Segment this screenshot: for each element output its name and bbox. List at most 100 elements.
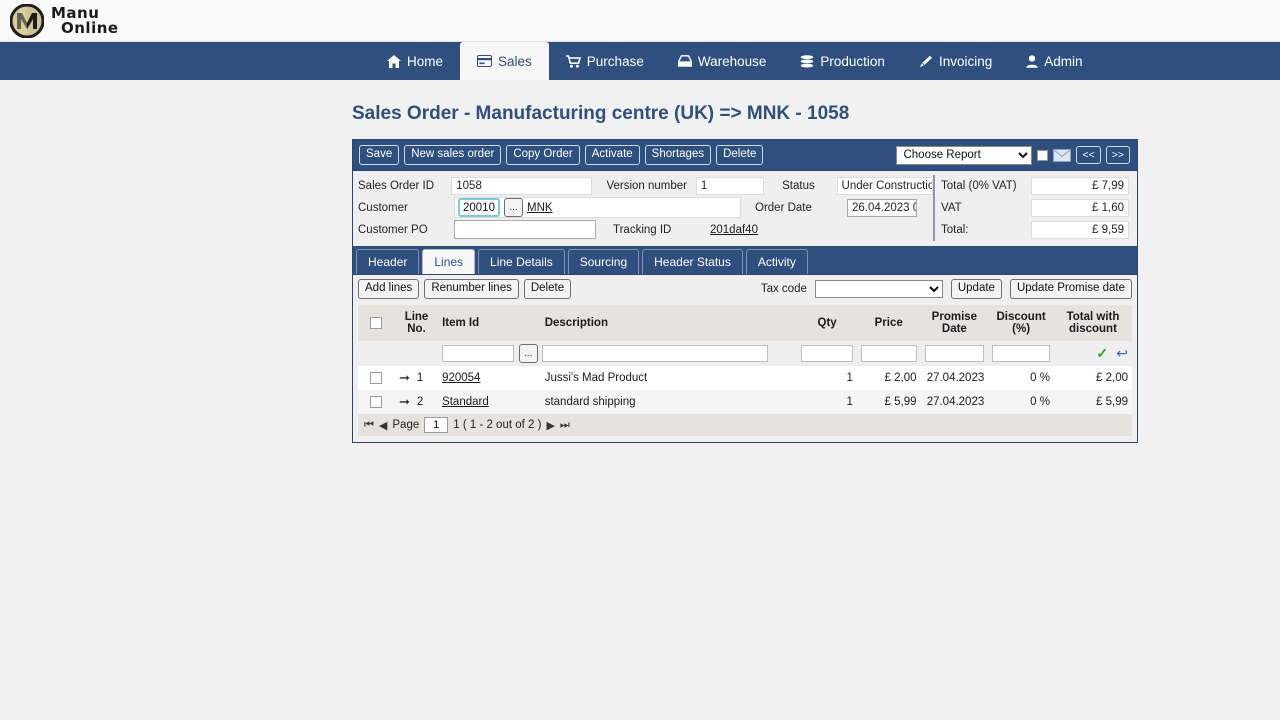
row-line-no: 2 xyxy=(416,396,424,408)
nav-item-purchase[interactable]: Purchase xyxy=(549,42,661,80)
col-description[interactable]: Description xyxy=(540,305,798,341)
nav-label-admin: Admin xyxy=(1044,53,1083,69)
label-tax-code: Tax code xyxy=(760,283,807,295)
main-navigation: Home Sales Purchase Warehouse Production… xyxy=(0,42,1280,80)
nav-item-home[interactable]: Home xyxy=(370,42,460,80)
row-select-checkbox[interactable] xyxy=(370,395,383,408)
table-row[interactable]: ➞ 1 920054 Jussi's Mad Product 1 £ 2,00 … xyxy=(358,366,1132,390)
report-select[interactable]: Choose Report xyxy=(896,145,1033,165)
row-item-id-link[interactable]: Standard xyxy=(442,396,489,408)
tab-lines[interactable]: Lines xyxy=(422,249,476,274)
sales-order-panel: Save New sales order Copy Order Activate… xyxy=(352,139,1138,443)
tab-activity[interactable]: Activity xyxy=(745,249,808,274)
customer-po-input[interactable] xyxy=(454,220,596,239)
new-line-price-input[interactable] xyxy=(860,345,917,362)
tab-header-status[interactable]: Header Status xyxy=(642,249,743,274)
first-page-icon[interactable]: ⏮ xyxy=(364,419,374,432)
envelope-icon[interactable] xyxy=(1053,148,1072,162)
row-discount: 0 % xyxy=(988,366,1054,390)
lines-toolbar: Add lines Renumber lines Delete Tax code… xyxy=(358,279,1132,299)
tab-line-details[interactable]: Line Details xyxy=(478,249,565,274)
value-order-date[interactable]: 26.04.2023 0 xyxy=(847,198,917,217)
checkmark-icon[interactable]: ✓ xyxy=(1096,345,1108,361)
col-price[interactable]: Price xyxy=(856,305,921,341)
update-promise-date-button[interactable]: Update Promise date xyxy=(1009,279,1132,299)
col-total-with-discount[interactable]: Total with discount xyxy=(1053,305,1132,341)
update-button[interactable]: Update xyxy=(950,279,1002,299)
tax-code-select[interactable] xyxy=(814,280,943,298)
brand-logo[interactable]: Manu Online xyxy=(10,3,119,38)
row-promise-date: 27.04.2023 xyxy=(920,366,989,390)
shortages-button[interactable]: Shortages xyxy=(644,145,712,165)
row-select-checkbox[interactable] xyxy=(370,371,383,384)
inbox-icon xyxy=(677,55,692,67)
table-body: ... ✓ ↩ ➞ 1 920054 Jussi's Mad Product 1… xyxy=(358,341,1132,414)
tab-header[interactable]: Header xyxy=(356,249,420,274)
customer-code-link[interactable]: MNK xyxy=(527,202,553,214)
col-line-no[interactable]: Line No. xyxy=(394,305,439,341)
nav-item-production[interactable]: Production xyxy=(783,42,902,80)
table-pager: ⏮ ◀ Page 1 ( 1 - 2 out of 2 ) ▶ ⏭ xyxy=(358,414,1132,436)
table-row[interactable]: ➞ 2 Standard standard shipping 1 £ 5,99 … xyxy=(358,390,1132,414)
new-line-promise-input[interactable] xyxy=(924,345,985,362)
new-sales-order-button[interactable]: New sales order xyxy=(404,145,502,165)
next-order-button[interactable]: >> xyxy=(1105,146,1130,164)
add-lines-button[interactable]: Add lines xyxy=(358,279,420,299)
row-expand-arrow-icon[interactable]: ➞ xyxy=(399,394,410,410)
next-page-icon[interactable]: ▶ xyxy=(546,419,554,432)
order-toolbar: Save New sales order Copy Order Activate… xyxy=(353,140,1137,170)
customer-lookup-button[interactable]: ... xyxy=(504,198,523,217)
value-status: Under Construction xyxy=(836,176,933,195)
nav-item-warehouse[interactable]: Warehouse xyxy=(661,42,784,80)
select-all-checkbox[interactable] xyxy=(370,316,383,329)
row-item-id-link[interactable]: 920054 xyxy=(442,372,480,384)
nav-label-invoicing: Invoicing xyxy=(938,53,993,69)
nav-item-admin[interactable]: Admin xyxy=(1009,42,1099,80)
nav-item-sales[interactable]: Sales xyxy=(460,42,549,80)
save-button[interactable]: Save xyxy=(359,145,400,165)
col-item-id[interactable]: Item Id xyxy=(438,305,541,341)
label-tracking-id: Tracking ID xyxy=(613,223,672,236)
previous-order-button[interactable]: << xyxy=(1076,146,1101,164)
nav-item-invoicing[interactable]: Invoicing xyxy=(902,42,1009,80)
new-line-discount-input[interactable] xyxy=(992,345,1050,362)
tracking-id-link[interactable]: 201daf40 xyxy=(710,224,758,236)
delete-lines-button[interactable]: Delete xyxy=(523,279,572,299)
total-row-gross: Total: £ 9,59 xyxy=(941,219,1133,240)
new-line-item-input[interactable] xyxy=(442,345,515,362)
col-promise-date[interactable]: Promise Date xyxy=(920,305,989,341)
prev-page-icon[interactable]: ◀ xyxy=(379,419,387,432)
new-line-description-cell: ... xyxy=(518,341,798,366)
nav-label-warehouse: Warehouse xyxy=(697,53,767,69)
col-qty[interactable]: Qty xyxy=(797,305,857,341)
col-discount[interactable]: Discount (%) xyxy=(988,305,1054,341)
field-customer: Customer ... MNK Order Date 26.04.2023 0 xyxy=(358,197,933,218)
report-checkbox[interactable] xyxy=(1037,149,1049,161)
activate-button[interactable]: Activate xyxy=(584,145,640,165)
last-page-icon[interactable]: ⏭ xyxy=(560,419,570,432)
row-description: standard shipping xyxy=(540,390,798,414)
row-price: £ 5,99 xyxy=(856,390,921,414)
tab-sourcing[interactable]: Sourcing xyxy=(567,249,640,274)
manu-online-logo-icon xyxy=(10,3,44,38)
brand-text: Manu Online xyxy=(51,5,119,36)
undo-icon[interactable]: ↩ xyxy=(1116,345,1128,361)
new-line-promise-cell xyxy=(920,341,989,366)
order-header-fields: Sales Order ID 1058 Version number 1 Sta… xyxy=(353,170,1137,246)
copy-order-button[interactable]: Copy Order xyxy=(506,145,580,165)
renumber-lines-button[interactable]: Renumber lines xyxy=(424,279,519,299)
label-customer-po: Customer PO xyxy=(358,223,428,236)
new-line-item-lookup-button[interactable]: ... xyxy=(518,344,538,363)
header-left-columns: Sales Order ID 1058 Version number 1 Sta… xyxy=(353,175,933,241)
delete-button[interactable]: Delete xyxy=(716,145,764,165)
new-line-qty-input[interactable] xyxy=(801,345,853,362)
row-total: £ 2,00 xyxy=(1053,366,1132,390)
new-line-description-input[interactable] xyxy=(541,345,768,362)
row-qty: 1 xyxy=(797,366,857,390)
label-total-net: Total (0% VAT) xyxy=(941,179,1017,192)
toolbar-right-group: Choose Report << >> xyxy=(896,145,1132,165)
customer-input[interactable] xyxy=(458,198,500,217)
row-expand-arrow-icon[interactable]: ➞ xyxy=(399,370,410,386)
pager-page-input[interactable] xyxy=(424,417,449,433)
order-tabs: Header Lines Line Details Sourcing Heade… xyxy=(353,246,1137,274)
